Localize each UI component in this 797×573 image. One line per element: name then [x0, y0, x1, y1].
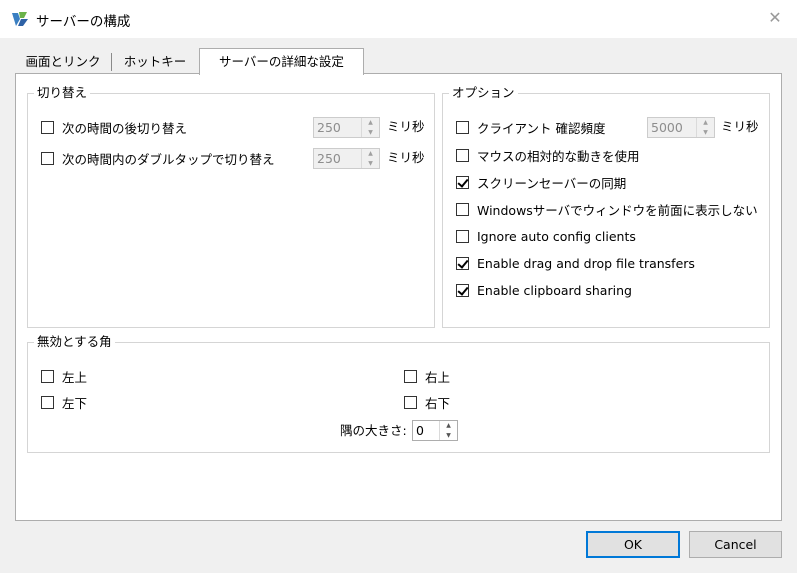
checkbox-box-checked[interactable] [456, 175, 469, 189]
switching-group: 切り替え 次の時間の後切り替え 250 ▲ ▼ ミリ秒 次の時間内のダブルタップで… [27, 85, 435, 328]
switch-delay-label: 次の時間の後切り替え [62, 120, 188, 136]
heartbeat-label: クライアント 確認頻度 [477, 120, 606, 136]
tab-hotkeys[interactable]: ホットキー [112, 51, 198, 73]
clipboard-sharing-checkbox[interactable]: Enable clipboard sharing [456, 281, 632, 299]
double-tap-spinbox[interactable]: 250 ▲ ▼ [313, 148, 380, 169]
double-tap-label: 次の時間内のダブルタップで切り替え [62, 151, 275, 167]
relative-mouse-label: マウスの相対的な動きを使用 [477, 148, 640, 164]
drag-drop-checkbox[interactable]: Enable drag and drop file transfers [456, 254, 695, 272]
switching-legend: 切り替え [34, 85, 91, 101]
corner-top-right-checkbox[interactable]: 右上 [404, 367, 450, 385]
checkbox-box[interactable] [41, 395, 54, 409]
checkbox-box[interactable] [456, 120, 469, 134]
drag-drop-label: Enable drag and drop file transfers [477, 255, 695, 271]
switch-delay-unit: ミリ秒 [387, 119, 425, 134]
double-tap-unit: ミリ秒 [387, 150, 425, 165]
dead-corners-legend: 無効とする角 [34, 334, 115, 350]
corner-bottom-left-checkbox[interactable]: 左下 [41, 393, 87, 411]
screensaver-sync-checkbox[interactable]: スクリーンセーバーの同期 [456, 173, 626, 191]
checkbox-box[interactable] [404, 369, 417, 383]
checkbox-box[interactable] [456, 148, 469, 162]
corner-bottom-left-label: 左下 [62, 395, 88, 411]
close-icon[interactable]: ✕ [764, 6, 786, 30]
screensaver-sync-label: スクリーンセーバーの同期 [477, 175, 627, 191]
ignore-auto-config-label: Ignore auto config clients [477, 228, 636, 244]
checkbox-box[interactable] [456, 202, 469, 216]
corner-size-label: 隅の大きさ: [340, 423, 407, 438]
corner-top-left-label: 左上 [62, 369, 88, 385]
window-title: サーバーの構成 [36, 14, 131, 30]
win-foreground-checkbox[interactable]: Windowsサーバでウィンドウを前面に表示しない [456, 200, 758, 218]
tab-screens-and-links[interactable]: 画面とリンク [15, 51, 111, 73]
checkbox-box[interactable] [456, 229, 469, 243]
tab-panel: 切り替え 次の時間の後切り替え 250 ▲ ▼ ミリ秒 次の時間内のダブルタップで… [15, 73, 782, 521]
ignore-auto-config-checkbox[interactable]: Ignore auto config clients [456, 227, 636, 245]
switch-delay-value: 250 [317, 120, 341, 135]
corner-top-left-checkbox[interactable]: 左上 [41, 367, 87, 385]
win-foreground-label: Windowsサーバでウィンドウを前面に表示しない [477, 202, 758, 218]
checkbox-box[interactable] [41, 120, 54, 134]
corner-size-spinbox[interactable]: 0 ▲ ▼ [412, 420, 458, 441]
synergy-app-icon [10, 9, 30, 29]
checkbox-box[interactable] [404, 395, 417, 409]
ok-button[interactable]: OK [586, 531, 680, 558]
heartbeat-spinbox[interactable]: 5000 ▲ ▼ [647, 117, 715, 138]
tab-advanced-server-settings[interactable]: サーバーの詳細な設定 [199, 48, 364, 75]
cancel-button[interactable]: Cancel [689, 531, 782, 558]
options-legend: オプション [449, 85, 518, 101]
spin-up-icon[interactable]: ▲ [362, 118, 379, 128]
heartbeat-unit: ミリ秒 [721, 119, 759, 134]
clipboard-sharing-label: Enable clipboard sharing [477, 282, 632, 298]
checkbox-box-checked[interactable] [456, 283, 469, 297]
spin-down-icon[interactable]: ▼ [697, 128, 714, 138]
spin-up-icon[interactable]: ▲ [697, 118, 714, 128]
options-group: オプション クライアント 確認頻度 5000 ▲ ▼ ミリ秒 マウスの相対的な動き… [442, 85, 770, 328]
double-tap-checkbox[interactable]: 次の時間内のダブルタップで切り替え [41, 149, 275, 167]
switch-delay-checkbox[interactable]: 次の時間の後切り替え [41, 118, 187, 136]
corner-top-right-label: 右上 [425, 369, 451, 385]
corner-size-value: 0 [416, 423, 424, 438]
relative-mouse-checkbox[interactable]: マウスの相対的な動きを使用 [456, 146, 640, 164]
spin-down-icon[interactable]: ▼ [362, 159, 379, 169]
spin-up-icon[interactable]: ▲ [362, 149, 379, 159]
corner-bottom-right-checkbox[interactable]: 右下 [404, 393, 450, 411]
dead-corners-group: 無効とする角 左上 右上 左下 右下 隅の大きさ: 0 ▲ ▼ [27, 334, 770, 453]
heartbeat-value: 5000 [651, 120, 683, 135]
switch-delay-spinbox[interactable]: 250 ▲ ▼ [313, 117, 380, 138]
checkbox-box[interactable] [41, 369, 54, 383]
checkbox-box-checked[interactable] [456, 256, 469, 270]
heartbeat-checkbox[interactable]: クライアント 確認頻度 [456, 118, 605, 136]
spin-down-icon[interactable]: ▼ [362, 128, 379, 138]
spin-down-icon[interactable]: ▼ [440, 431, 457, 441]
corner-bottom-right-label: 右下 [425, 395, 451, 411]
double-tap-value: 250 [317, 151, 341, 166]
spin-up-icon[interactable]: ▲ [440, 421, 457, 431]
checkbox-box[interactable] [41, 151, 54, 165]
